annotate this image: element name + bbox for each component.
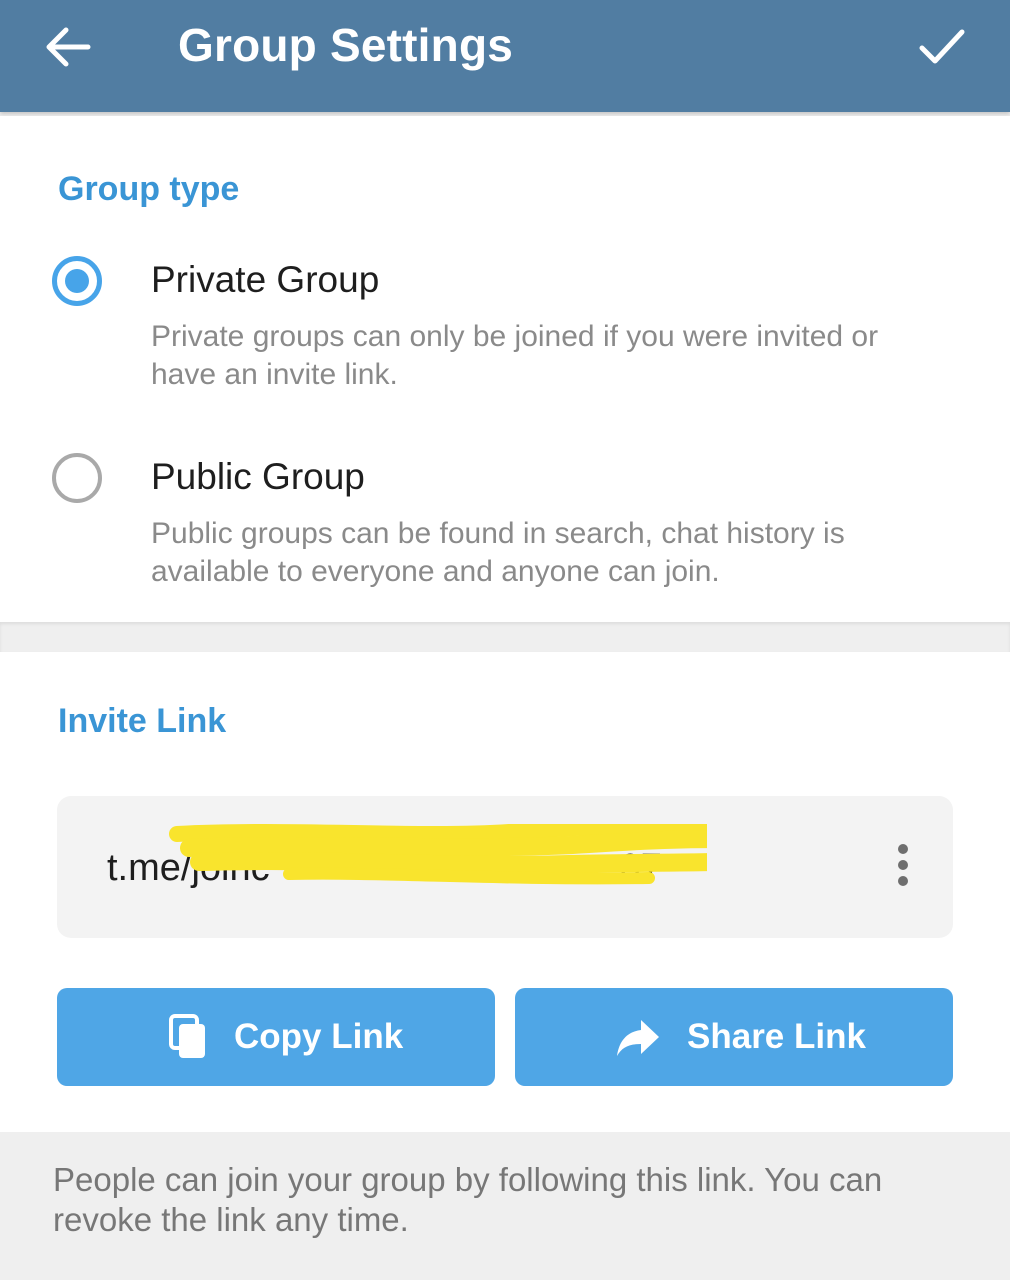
- more-vertical-icon: [891, 844, 915, 886]
- invite-link-heading: Invite Link: [58, 702, 227, 740]
- done-button[interactable]: [918, 24, 966, 68]
- option-label: Public Group: [151, 456, 365, 497]
- copy-link-label: Copy Link: [234, 1017, 404, 1056]
- arrow-left-icon: [46, 27, 91, 67]
- more-options-button[interactable]: [891, 844, 915, 890]
- redaction-scribble: [169, 824, 707, 885]
- share-arrow-icon: [617, 1020, 659, 1056]
- group-type-heading: Group type: [58, 170, 240, 208]
- invite-link-section: Invite Link t.me/joinc 07 Copy Link Share…: [0, 652, 1010, 1132]
- group-type-section: Group type Private Group Private groups …: [0, 116, 1010, 622]
- back-button[interactable]: [44, 24, 92, 70]
- copy-link-button[interactable]: Copy Link: [57, 988, 495, 1086]
- share-link-label: Share Link: [687, 1017, 866, 1056]
- page-title: Group Settings: [178, 19, 514, 71]
- app-bar: Group Settings: [0, 0, 1010, 112]
- private-group-option[interactable]: Private Group Private groups can only be…: [0, 256, 1010, 416]
- option-description: Private groups can only be joined if you…: [151, 320, 879, 391]
- section-divider: [0, 622, 1010, 652]
- invite-link-note: People can join your group by following …: [53, 1161, 883, 1238]
- radio-unselected-icon[interactable]: [52, 453, 102, 503]
- option-label: Private Group: [151, 259, 380, 300]
- option-description: Public groups can be found in search, ch…: [151, 517, 845, 588]
- invite-link-field[interactable]: t.me/joinc 07: [57, 796, 953, 938]
- share-link-button[interactable]: Share Link: [515, 988, 953, 1086]
- copy-icon: [169, 1014, 205, 1058]
- public-group-option[interactable]: Public Group Public groups can be found …: [0, 453, 1010, 613]
- check-icon: [919, 29, 965, 64]
- radio-selected-icon[interactable]: [52, 256, 102, 306]
